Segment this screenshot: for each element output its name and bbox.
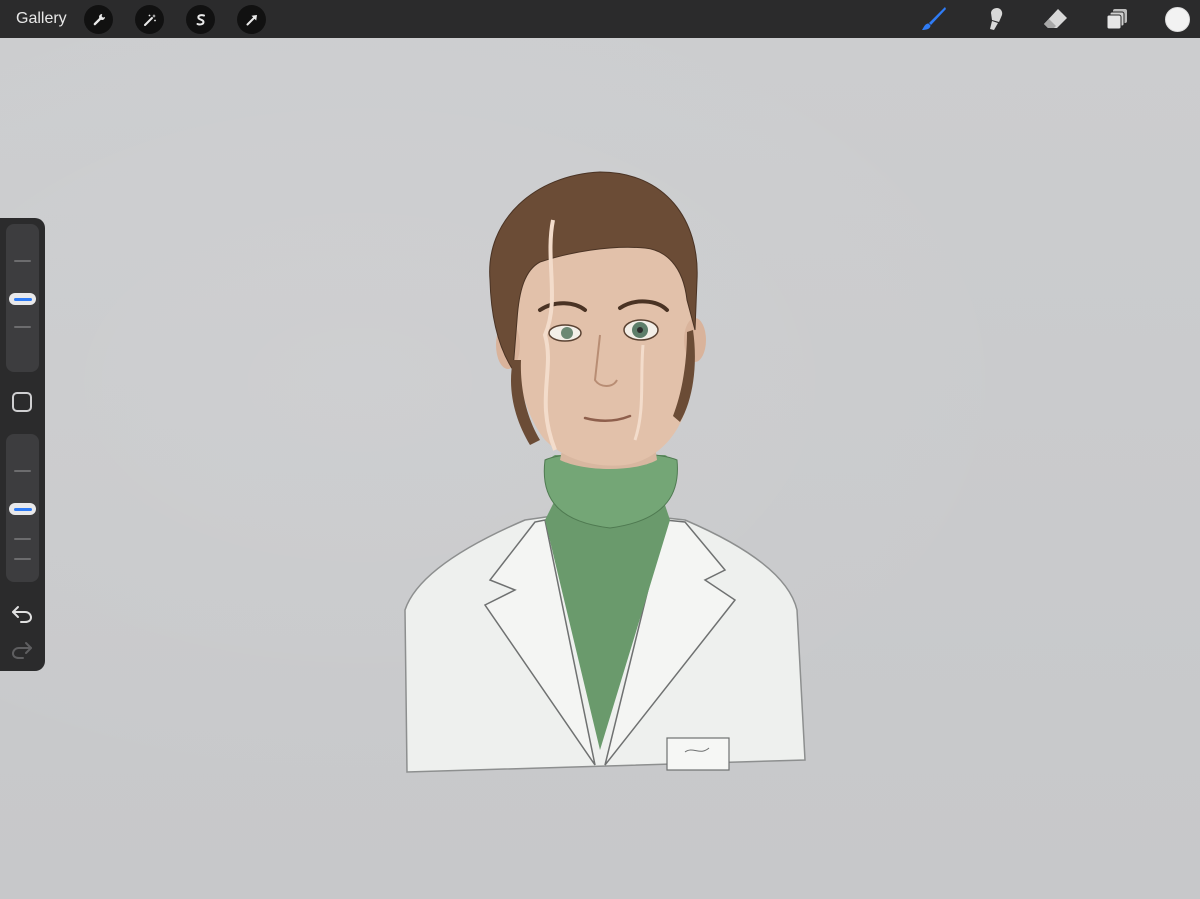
smudge-icon xyxy=(990,8,1003,30)
top-toolbar: Gallery xyxy=(0,0,1200,38)
slider-tick xyxy=(14,326,31,328)
eraser-tool-button[interactable] xyxy=(1040,5,1070,33)
portrait-artwork xyxy=(404,171,806,773)
magic-wand-icon xyxy=(143,13,156,26)
layers-icon xyxy=(1106,9,1127,30)
color-picker-button[interactable] xyxy=(1165,7,1190,32)
transform-arrow-icon xyxy=(246,14,257,25)
left-sidebar xyxy=(0,218,45,671)
modify-button[interactable] xyxy=(12,392,32,412)
brush-size-slider[interactable] xyxy=(6,224,39,372)
actions-button[interactable] xyxy=(84,5,113,34)
redo-icon[interactable] xyxy=(10,638,34,660)
slider-tick xyxy=(14,260,31,262)
drawing-canvas[interactable] xyxy=(0,38,1200,899)
selection-button[interactable] xyxy=(186,5,215,34)
gallery-button[interactable]: Gallery xyxy=(16,10,67,28)
smudge-tool-button[interactable] xyxy=(979,5,1009,33)
layers-button[interactable] xyxy=(1102,5,1132,33)
slider-tick xyxy=(14,558,31,560)
brush-size-thumb[interactable] xyxy=(9,293,36,305)
adjustments-button[interactable] xyxy=(135,5,164,34)
brush-tool-button[interactable] xyxy=(918,5,948,33)
eraser-icon xyxy=(1044,9,1067,28)
slider-tick xyxy=(14,538,31,540)
selection-icon xyxy=(196,13,205,25)
wrench-icon xyxy=(93,13,105,25)
slider-tick xyxy=(14,470,31,472)
opacity-slider[interactable] xyxy=(6,434,39,582)
transform-button[interactable] xyxy=(237,5,266,34)
undo-icon[interactable] xyxy=(10,602,34,624)
opacity-thumb[interactable] xyxy=(9,503,36,515)
brush-icon xyxy=(922,7,946,30)
